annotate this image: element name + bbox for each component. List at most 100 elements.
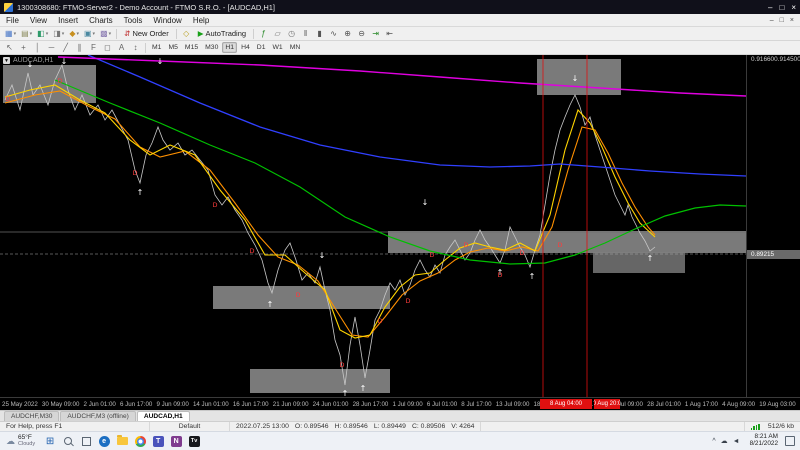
maximize-button[interactable]: □	[779, 3, 784, 12]
up-arrow-marker: ↑	[529, 272, 536, 281]
toolbar-icon-button[interactable]: ◷	[285, 28, 298, 40]
onedrive-icon[interactable]: ☁	[721, 437, 728, 445]
menu-item[interactable]: Insert	[58, 16, 78, 25]
taskbar-clock[interactable]: 8:21 AM 8/21/2022	[745, 434, 783, 447]
windows-taskbar: ☁ 65°F Cloudy ⊞ e T N Tv ^ ☁ ◄ 8:21 AM 8…	[0, 431, 800, 450]
chart-tab[interactable]: AUDCHF,M3 (offline)	[60, 411, 135, 421]
drawing-tool-button[interactable]: +	[17, 42, 30, 54]
child-close-button[interactable]: ×	[790, 17, 794, 24]
task-view-button[interactable]	[77, 432, 95, 450]
drawing-tool-button[interactable]: A	[115, 42, 128, 54]
demand-marker: D	[295, 291, 300, 299]
tray-expand-icon[interactable]: ^	[712, 438, 715, 445]
price-chart[interactable]: ↓↓↓↓↓↓↑↑↑↑↑↑↑DDDDDDDDDDDDDD	[0, 55, 746, 397]
one-click-trading-icon[interactable]: ▼	[3, 57, 10, 64]
menu-item[interactable]: Tools	[124, 16, 143, 25]
drawing-tool-button[interactable]: ↖	[3, 42, 16, 54]
time-axis-red-marker: 10 Aug 20:00	[594, 399, 620, 409]
price-axis[interactable]: 0.916600.914500.912400.910300.908200.906…	[746, 55, 800, 397]
connection-status: 512/6 kb	[744, 422, 800, 431]
zone-rect	[388, 231, 746, 253]
down-arrow-marker: ↓	[572, 74, 579, 83]
timeframe-button[interactable]: D1	[254, 42, 269, 53]
toolbar-icon-button[interactable]: ⇥	[369, 28, 382, 40]
metaeditor-button[interactable]: ◇	[180, 28, 193, 40]
toolbar-icon-button[interactable]: ∿	[327, 28, 340, 40]
drawing-tool-button[interactable]: ─	[45, 42, 58, 54]
toolbar-icon-button[interactable]: ▤▾	[19, 28, 34, 40]
demand-marker: D	[557, 241, 562, 249]
menu-item[interactable]: Charts	[89, 16, 113, 25]
timeframe-button[interactable]: H4	[238, 42, 253, 53]
taskbar-app-file-explorer[interactable]	[113, 432, 131, 450]
toolbar-icon-button[interactable]: ‖	[299, 28, 312, 40]
drawing-tool-button[interactable]: ◻	[101, 42, 114, 54]
demand-marker: D	[405, 297, 410, 305]
volume-icon[interactable]: ◄	[733, 438, 740, 445]
onenote-icon: N	[171, 436, 182, 447]
child-restore-button[interactable]: □	[780, 17, 784, 24]
chart-symbol-label: ▼ AUDCAD,H1	[3, 57, 53, 64]
taskbar-app-teams[interactable]: T	[149, 432, 167, 450]
toolbar-icon-button[interactable]: ▣▾	[82, 28, 97, 40]
timeframe-button[interactable]: W1	[269, 42, 285, 53]
timeframe-button[interactable]: M5	[165, 42, 180, 53]
toolbar-icon-button[interactable]: ▩▾	[98, 28, 113, 40]
menu-item[interactable]: File	[6, 16, 19, 25]
toolbar-icon-button[interactable]: ⇤	[383, 28, 396, 40]
drawing-tool-button[interactable]: F	[87, 42, 100, 54]
timeframe-button[interactable]: MN	[287, 42, 304, 53]
child-minimize-button[interactable]: –	[770, 17, 774, 24]
timeframe-button[interactable]: M15	[182, 42, 201, 53]
toolbar-icon-button[interactable]: ƒ	[257, 28, 270, 40]
toolbar-icon-button[interactable]: ▱	[271, 28, 284, 40]
bar-info: 2022.07.25 13:00 O: 0.89546 H: 0.89546 L…	[230, 422, 481, 431]
profile-selector[interactable]: Default	[150, 422, 230, 431]
down-arrow-marker: ↓	[61, 57, 68, 66]
toolbar-icon-button[interactable]: ⊕	[341, 28, 354, 40]
time-tick-label: 9 Jun 09:00	[156, 401, 188, 408]
demand-marker: D	[519, 249, 524, 257]
menu-item[interactable]: Help	[193, 16, 209, 25]
search-button[interactable]	[59, 432, 77, 450]
title-bar: 1300308680: FTMO-Server2 - Demo Account …	[0, 0, 800, 14]
weather-widget[interactable]: ☁ 65°F Cloudy	[0, 432, 41, 450]
taskbar-app-chrome[interactable]	[131, 432, 149, 450]
chart-tab[interactable]: AUDCHF,M30	[4, 411, 59, 421]
ma-200-blue	[88, 55, 746, 176]
autotrading-button[interactable]: ▶ AutoTrading	[194, 28, 250, 40]
start-button[interactable]: ⊞	[41, 432, 59, 450]
up-arrow-marker: ↑	[647, 254, 654, 263]
drawing-tool-button[interactable]: ╱	[59, 42, 72, 54]
toolbar-icon-button[interactable]: ◨▾	[51, 28, 66, 40]
drawing-tool-button[interactable]: │	[31, 42, 44, 54]
search-icon	[64, 437, 72, 445]
demand-marker: D	[57, 77, 62, 85]
taskbar-app-edge[interactable]: e	[95, 432, 113, 450]
taskbar-app-tradingview[interactable]: Tv	[185, 432, 203, 450]
toolbar-icon-button[interactable]: ▮	[313, 28, 326, 40]
chart-tab[interactable]: AUDCAD,H1	[137, 411, 190, 421]
taskbar-app-onenote[interactable]: N	[167, 432, 185, 450]
timeframe-button[interactable]: M30	[202, 42, 221, 53]
time-tick-label: 2 Jun 01:00	[84, 401, 116, 408]
time-axis[interactable]: 25 May 202230 May 09:002 Jun 01:006 Jun …	[0, 397, 800, 410]
toolbar-icon-button[interactable]: ▦▾	[3, 28, 18, 40]
minimize-button[interactable]: –	[768, 3, 772, 12]
notification-center-icon[interactable]	[785, 436, 795, 446]
toolbar-icon-button[interactable]: ⊖	[355, 28, 368, 40]
close-button[interactable]: ×	[791, 3, 796, 12]
toolbar-icon-button[interactable]: ◧▾	[35, 28, 50, 40]
new-order-button[interactable]: ⇵ New Order	[120, 28, 173, 40]
drawing-tool-button[interactable]: ∥	[73, 42, 86, 54]
up-arrow-marker: ↑	[137, 188, 144, 197]
menu-item[interactable]: Window	[153, 16, 181, 25]
timeframe-button[interactable]: H1	[222, 42, 237, 53]
menu-item[interactable]: View	[30, 16, 47, 25]
demand-marker: D	[463, 241, 468, 249]
price-tick-label: 0.91660	[751, 56, 774, 63]
toolbar-icon-button[interactable]: ◆▾	[67, 28, 81, 40]
drawing-tool-button[interactable]: ↕	[129, 42, 142, 54]
chart-plot[interactable]: ↓↓↓↓↓↓↑↑↑↑↑↑↑DDDDDDDDDDDDDD ▼ AUDCAD,H1	[0, 55, 746, 397]
timeframe-button[interactable]: M1	[149, 42, 164, 53]
